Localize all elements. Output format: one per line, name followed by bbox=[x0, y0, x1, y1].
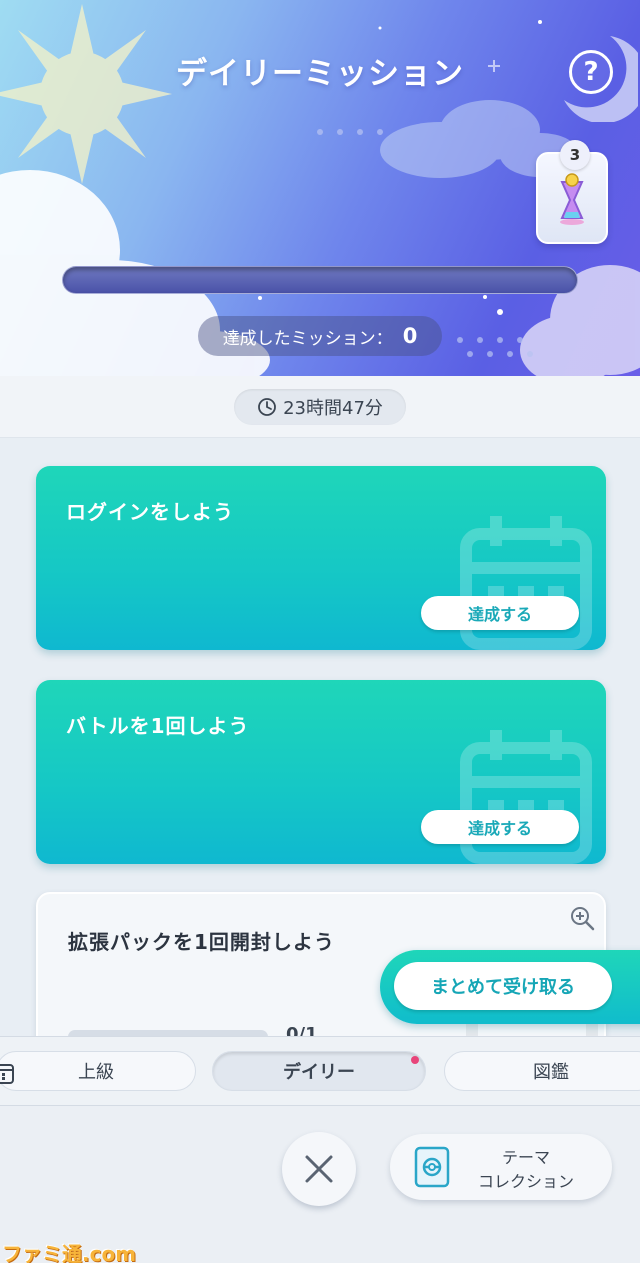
mission-label: 拡張パックを1回開封しよう bbox=[68, 930, 335, 954]
mission-progress-bar bbox=[62, 266, 578, 294]
mission-label: ログインをしよう bbox=[66, 500, 234, 524]
remaining-time: 23時間47分 bbox=[234, 389, 406, 425]
complete-button[interactable]: 達成する bbox=[421, 596, 579, 630]
notification-dot bbox=[411, 1056, 419, 1064]
tab-dex[interactable]: 図鑑 bbox=[444, 1051, 640, 1091]
page-title: デイリーミッション bbox=[176, 56, 464, 92]
mission-card-battle[interactable]: バトルを1回しよう 達成する bbox=[36, 680, 606, 864]
watermark-logo: ファミ通.com bbox=[2, 1242, 137, 1263]
hourglass-icon bbox=[560, 173, 584, 225]
achieved-missions-counter: 達成したミッション： 0 bbox=[198, 316, 442, 356]
achieved-label: 達成したミッション： bbox=[222, 328, 393, 349]
tab-label: 図鑑 bbox=[533, 1062, 569, 1083]
achieved-count: 0 bbox=[402, 324, 418, 348]
theme-collection-button[interactable]: テーマ コレクション bbox=[390, 1134, 612, 1200]
header-banner: デイリーミッション ? 3 達成したミッション： 0 bbox=[0, 0, 640, 376]
card-icon bbox=[414, 1146, 450, 1188]
close-icon bbox=[305, 1155, 333, 1183]
complete-button[interactable]: 達成する bbox=[421, 810, 579, 844]
mission-label: バトルを1回しよう bbox=[66, 714, 250, 738]
tab-daily[interactable]: デイリー bbox=[212, 1051, 426, 1091]
clock-icon bbox=[258, 398, 276, 416]
question-icon: ? bbox=[583, 57, 599, 87]
calendar-icon bbox=[0, 1064, 14, 1084]
mission-card-login[interactable]: ログインをしよう 達成する bbox=[36, 466, 606, 650]
theme-label-line2: コレクション bbox=[477, 1172, 574, 1191]
tab-advanced[interactable]: 上級 bbox=[0, 1051, 196, 1091]
reward-count-badge: 3 bbox=[560, 140, 590, 170]
tab-bar: 上級 デイリー 図鑑 bbox=[0, 1036, 640, 1106]
remaining-time-text: 23時間47分 bbox=[283, 398, 383, 419]
tab-label: 上級 bbox=[78, 1062, 114, 1083]
timer-bar: 23時間47分 bbox=[0, 376, 640, 438]
tab-label: デイリー bbox=[283, 1062, 355, 1083]
claim-all-button[interactable]: まとめて受け取る bbox=[394, 962, 612, 1010]
zoom-in-icon[interactable] bbox=[568, 904, 596, 932]
theme-label-line1: テーマ bbox=[501, 1148, 550, 1167]
close-button[interactable] bbox=[282, 1132, 356, 1206]
help-button[interactable]: ? bbox=[569, 50, 613, 94]
